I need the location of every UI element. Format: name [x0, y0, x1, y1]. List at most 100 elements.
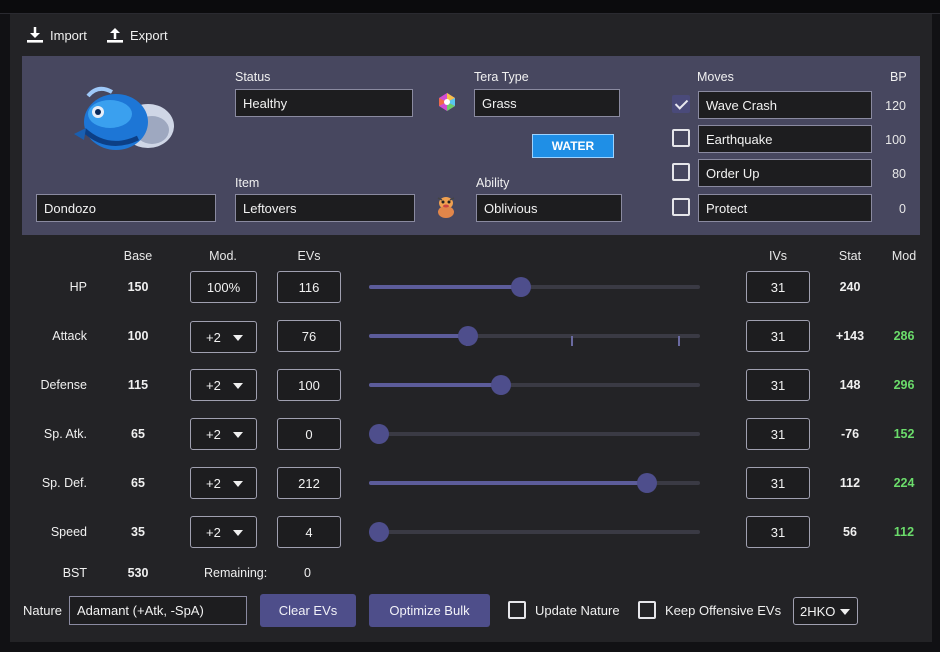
ev-input[interactable]: 100 [277, 369, 341, 401]
ev-input[interactable]: 4 [277, 516, 341, 548]
modified-stat: 286 [893, 329, 915, 343]
iv-input[interactable]: 31 [746, 516, 810, 548]
base-stat: 100 [127, 329, 149, 343]
stat-boost-select[interactable]: +2 [190, 369, 257, 401]
item-select[interactable]: Leftovers [235, 194, 415, 222]
top-strip [0, 0, 940, 14]
ev-input[interactable]: 212 [277, 467, 341, 499]
move-2-bp: 100 [885, 133, 906, 147]
stat-boost-select[interactable]: +2 [190, 467, 257, 499]
move-4-checkbox[interactable] [672, 198, 690, 216]
ev-input[interactable]: 0 [277, 418, 341, 450]
ev-input[interactable]: 116 [277, 271, 341, 303]
status-select[interactable]: Healthy [235, 89, 413, 117]
hp-percent-input[interactable]: 100% [190, 271, 257, 303]
move-3-input[interactable]: Order Up [698, 159, 872, 187]
ev-slider[interactable] [369, 277, 700, 297]
ev-slider-thumb[interactable] [511, 277, 531, 297]
ev-slider[interactable] [369, 522, 700, 542]
stat-boost-value: +2 [206, 329, 221, 345]
stat-total: 56 [843, 525, 857, 539]
clear-evs-button[interactable]: Clear EVs [260, 594, 356, 627]
chevron-down-icon [233, 432, 243, 438]
stat-label: Sp. Def. [41, 476, 87, 490]
stat-total: +143 [835, 329, 865, 343]
iv-input[interactable]: 31 [746, 320, 810, 352]
iv-input[interactable]: 31 [746, 271, 810, 303]
import-button[interactable]: Import [26, 26, 87, 44]
chevron-down-icon [840, 609, 850, 615]
stat-boost-value: +2 [206, 426, 221, 442]
ivs-header: IVs [768, 249, 788, 263]
base-header: Base [123, 249, 153, 263]
move-1-input[interactable]: Wave Crash [698, 91, 872, 119]
stat-label: Defense [40, 378, 87, 392]
ev-slider-thumb[interactable] [369, 522, 389, 542]
optimize-bulk-button[interactable]: Optimize Bulk [369, 594, 490, 627]
export-button[interactable]: Export [106, 26, 168, 44]
remaining-value: 0 [304, 566, 311, 580]
iv-input[interactable]: 31 [746, 369, 810, 401]
base-stat: 115 [127, 378, 149, 392]
ev-slider[interactable] [369, 424, 700, 444]
move-3-bp: 80 [892, 167, 906, 181]
ev-slider-fill [369, 285, 518, 289]
upload-icon [107, 28, 123, 43]
tera-type-label: Tera Type [474, 70, 529, 84]
ev-input[interactable]: 76 [277, 320, 341, 352]
ev-slider-thumb[interactable] [458, 326, 478, 346]
chevron-down-icon [233, 530, 243, 536]
update-nature-checkbox[interactable] [508, 601, 526, 619]
item-label: Item [235, 176, 260, 190]
stat-boost-select[interactable]: +2 [190, 418, 257, 450]
ability-select[interactable]: Oblivious [476, 194, 622, 222]
ev-slider-thumb[interactable] [491, 375, 511, 395]
moves-label: Moves [697, 70, 734, 84]
bst-value: 530 [127, 566, 149, 580]
stat-header: Stat [838, 249, 862, 263]
stat-total: 112 [839, 476, 861, 490]
modified-stat: 296 [893, 378, 915, 392]
modified-stat: 224 [893, 476, 915, 490]
import-label: Import [50, 27, 87, 43]
ev-slider[interactable] [369, 326, 700, 346]
tera-type-badge[interactable]: WATER [532, 134, 614, 158]
ev-slider[interactable] [369, 473, 700, 493]
tera-type-select[interactable]: Grass [474, 89, 620, 117]
stat-label: Attack [52, 329, 87, 343]
iv-input[interactable]: 31 [746, 418, 810, 450]
ev-slider-fill [369, 383, 498, 387]
mod-result-header: Mod [891, 249, 917, 263]
stat-label: Speed [50, 525, 87, 539]
stat-label: Sp. Atk. [43, 427, 87, 441]
ko-select[interactable]: 2HKO [793, 597, 858, 625]
ev-slider-thumb[interactable] [369, 424, 389, 444]
move-1-checkbox[interactable] [672, 95, 690, 113]
stat-boost-select[interactable]: +2 [190, 516, 257, 548]
keep-offensive-evs-checkbox[interactable] [638, 601, 656, 619]
iv-input[interactable]: 31 [746, 467, 810, 499]
ev-slider-thumb[interactable] [637, 473, 657, 493]
base-stat: 150 [127, 280, 149, 294]
stat-boost-value: +2 [206, 524, 221, 540]
ev-slider-fill [369, 481, 644, 485]
base-stat: 65 [131, 476, 145, 490]
move-4-bp: 0 [899, 202, 906, 216]
base-stat: 65 [131, 427, 145, 441]
ability-label: Ability [476, 176, 510, 190]
nature-select[interactable]: Adamant (+Atk, -SpA) [69, 596, 247, 625]
move-2-input[interactable]: Earthquake [698, 125, 872, 153]
move-4-input[interactable]: Protect [698, 194, 872, 222]
chevron-down-icon [233, 383, 243, 389]
remaining-label: Remaining: [204, 566, 268, 580]
stat-boost-value: +2 [206, 475, 221, 491]
ev-slider[interactable] [369, 375, 700, 395]
bst-label: BST [62, 566, 87, 580]
chevron-down-icon [233, 481, 243, 487]
pokemon-panel: Dondozo Status Healthy Tera Type Grass I… [22, 56, 920, 235]
download-icon [27, 27, 43, 43]
move-3-checkbox[interactable] [672, 163, 690, 181]
move-2-checkbox[interactable] [672, 129, 690, 147]
stat-boost-select[interactable]: +2 [190, 321, 257, 353]
pokemon-name-input[interactable]: Dondozo [36, 194, 216, 222]
